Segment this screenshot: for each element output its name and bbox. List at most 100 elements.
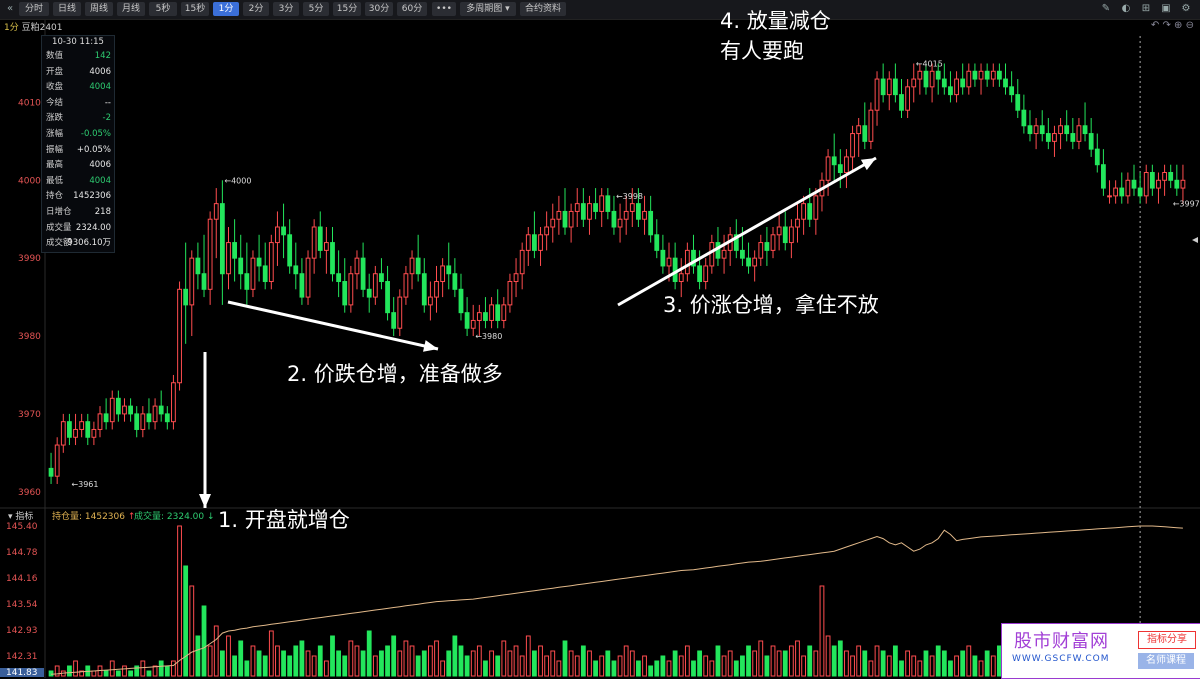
chart-tools: ↶ ↷ ⊕ ⊖: [1151, 20, 1194, 31]
info-label: 日增仓: [46, 206, 72, 217]
volume-bar: [152, 665, 158, 677]
indicator-tick-label: 142.93: [6, 626, 38, 636]
candle-body: [996, 70, 1002, 80]
volume-bar: [470, 650, 476, 677]
volume-bar: [409, 645, 415, 677]
candle-body: [1082, 125, 1088, 135]
candle-body: [1039, 125, 1045, 135]
candle-body: [391, 312, 397, 329]
candle-body: [978, 70, 984, 80]
candle-body: [85, 421, 91, 438]
info-row: 成交量 2324.00: [42, 221, 114, 237]
info-value: 4004: [89, 175, 111, 186]
volume-bar: [317, 645, 323, 677]
info-label: 持仓: [46, 191, 64, 202]
volume-bar: [892, 645, 898, 677]
volume-bar: [54, 665, 60, 677]
candle-body: [342, 281, 348, 306]
volume-bar: [538, 645, 543, 677]
indicator-title[interactable]: ▾ 指标: [8, 510, 33, 524]
volume-bar: [599, 655, 605, 677]
candle-body: [275, 226, 280, 244]
price-marker-label: ←4015: [916, 59, 943, 68]
candle-body: [538, 234, 543, 251]
more-button[interactable]: •••: [432, 2, 456, 16]
candle-body: [226, 242, 231, 275]
period-button-5[interactable]: 5秒: [149, 2, 177, 16]
info-row: 成交额 9306.10万: [42, 236, 114, 252]
volume-bar: [605, 650, 611, 677]
volume-bar: [629, 650, 635, 677]
candle-body: [385, 281, 390, 314]
volume-bar: [850, 655, 855, 677]
chevrons-left-icon[interactable]: «: [4, 2, 16, 16]
period-button-4[interactable]: 月线: [117, 2, 145, 16]
price-tick-label: 3970: [18, 410, 41, 420]
candle-body: [807, 203, 813, 220]
grid-icon[interactable]: ⊞: [1140, 2, 1152, 16]
candle-body: [244, 273, 250, 290]
candle-body: [868, 109, 874, 142]
period-button-11[interactable]: 15分: [333, 2, 361, 16]
period-button-3[interactable]: 周线: [85, 2, 113, 16]
candle-body: [935, 70, 941, 80]
candle-body: [917, 70, 923, 80]
candle-body: [330, 242, 335, 275]
add-icon[interactable]: ⊕: [1174, 20, 1182, 31]
volume-bar: [164, 665, 170, 677]
candle-body: [801, 203, 807, 220]
candle-body: [599, 195, 605, 212]
volume-bar: [281, 650, 286, 677]
info-value: 4006: [89, 160, 111, 171]
period-button-6[interactable]: 15秒: [181, 2, 209, 16]
period-button-13[interactable]: 60分: [397, 2, 427, 16]
multi-period-dropdown[interactable]: 多周期图 ▾: [460, 2, 516, 16]
price-marker-label: ←4000: [224, 176, 251, 185]
period-button-10[interactable]: 5分: [303, 2, 329, 16]
undo-icon[interactable]: ↶: [1151, 20, 1159, 31]
arrow-2-head: [423, 340, 438, 352]
settings-icon[interactable]: ⚙: [1180, 2, 1192, 16]
period-button-1[interactable]: 分时: [19, 2, 49, 16]
volume-bar: [366, 630, 372, 677]
volume-bar: [568, 650, 574, 677]
annotation-2: 2. 价跌仓增，准备做多: [287, 362, 503, 386]
candle-body: [764, 242, 770, 251]
volume-bar: [513, 645, 519, 677]
volume-bar: [501, 640, 507, 677]
candle-body: [164, 413, 170, 423]
volume-bar: [91, 670, 97, 677]
volume-bar: [146, 670, 152, 677]
candle-body: [109, 397, 115, 423]
period-button-12[interactable]: 30分: [365, 2, 393, 16]
candle-body: [941, 78, 947, 88]
redo-icon[interactable]: ↷: [1162, 20, 1170, 31]
candle-body: [905, 86, 911, 111]
price-tick-label: 3980: [18, 332, 41, 342]
layout-icon[interactable]: ▣: [1160, 2, 1172, 16]
candle-body: [990, 70, 996, 80]
candle-body: [415, 257, 421, 275]
volume-bar: [177, 525, 182, 677]
period-button-9[interactable]: 3分: [273, 2, 299, 16]
info-row: 最高 4006: [42, 158, 114, 174]
period-button-1min[interactable]: 1分: [213, 2, 239, 16]
contract-info-button[interactable]: 合约资料: [520, 2, 566, 16]
minus-icon[interactable]: ⊖: [1186, 20, 1194, 31]
volume-bar: [948, 660, 953, 677]
chart-canvas: 4010 4000 3990 3980 3970 3960 ←3961 ←4000 ←3980 ←…: [0, 20, 1200, 678]
volume-bar: [923, 650, 929, 677]
symbol-name[interactable]: 豆粕2401: [22, 23, 63, 33]
indicator-tick-label: 144.78: [6, 548, 38, 558]
period-button-2[interactable]: 日线: [53, 2, 81, 16]
period-button-8[interactable]: 2分: [243, 2, 269, 16]
candle-body: [550, 218, 556, 228]
edit-icon[interactable]: ✎: [1100, 2, 1112, 16]
candle-body: [617, 218, 623, 228]
candle-body: [483, 312, 488, 321]
volume-bar: [489, 650, 494, 677]
info-row: 涨幅 -0.05%: [42, 127, 114, 143]
volume-bar: [764, 655, 770, 677]
volume-bar: [623, 645, 629, 677]
theme-icon[interactable]: ◐: [1120, 2, 1132, 16]
